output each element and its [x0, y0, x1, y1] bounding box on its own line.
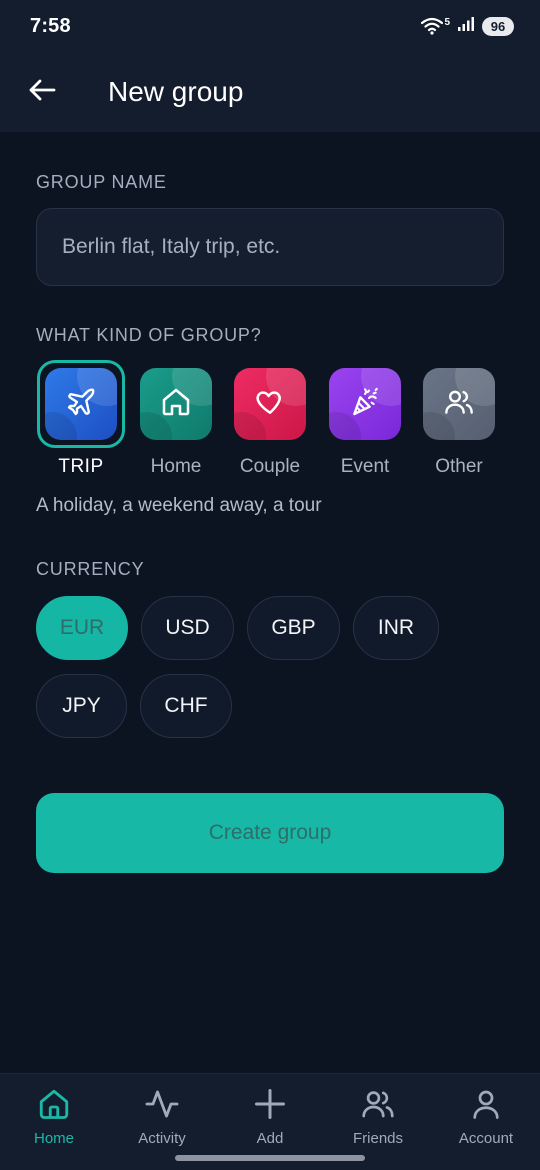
plus-icon — [250, 1084, 290, 1124]
group-kind-other[interactable]: Other — [414, 360, 504, 480]
status-bar: 7:58 5 96 — [0, 0, 540, 52]
app-bar: New group — [0, 52, 540, 132]
new-group-screen: 7:58 5 96 New group GROUP NAME Berlin fl… — [0, 0, 540, 1170]
group-name-label: GROUP NAME — [36, 172, 167, 192]
home-icon — [34, 1084, 74, 1124]
home-icon — [160, 386, 192, 423]
currency-chip-eur[interactable]: EUR — [36, 596, 128, 660]
back-button[interactable] — [14, 64, 70, 120]
nav-label-account: Account — [458, 1130, 514, 1147]
nav-item-friends[interactable]: Friends — [328, 1084, 428, 1154]
currency-chip-inr[interactable]: INR — [353, 596, 439, 660]
nav-item-activity[interactable]: Activity — [112, 1084, 212, 1154]
signal-icon — [457, 16, 475, 37]
currency-chip-jpy[interactable]: JPY — [36, 674, 127, 738]
currency-chip-usd[interactable]: USD — [141, 596, 234, 660]
party-popper-icon — [349, 386, 381, 423]
kind-label-couple: Couple — [239, 456, 301, 477]
currency-chip-chf[interactable]: CHF — [140, 674, 232, 738]
nav-label-add: Add — [256, 1130, 284, 1147]
status-icons: 5 96 — [421, 16, 514, 37]
other-tile — [423, 368, 495, 440]
group-kind-event[interactable]: Event — [320, 360, 410, 480]
nav-item-account[interactable]: Account — [436, 1084, 536, 1154]
kind-label-other: Other — [435, 456, 483, 477]
heart-icon — [254, 386, 286, 423]
kind-label-trip: TRIP — [58, 456, 104, 477]
kind-label-home: Home — [150, 456, 202, 477]
group-kind-description: A holiday, a weekend away, a tour — [36, 495, 322, 516]
group-kind-options: TRIP Home Couple Event Other — [36, 360, 506, 480]
home-tile — [140, 368, 212, 440]
group-kind-label: WHAT KIND OF GROUP? — [36, 325, 262, 345]
airplane-icon — [65, 386, 97, 423]
nav-label-home: Home — [33, 1130, 74, 1147]
users-icon — [358, 1084, 398, 1124]
home-indicator[interactable] — [175, 1155, 365, 1161]
page-title: New group — [108, 76, 244, 107]
group-kind-couple[interactable]: Couple — [225, 360, 315, 480]
currency-label: CURRENCY — [36, 559, 145, 579]
activity-icon — [142, 1084, 182, 1124]
group-name-input[interactable] — [36, 208, 504, 286]
wifi-icon: 5 — [421, 17, 450, 35]
currency-chip-gbp[interactable]: GBP — [247, 596, 340, 660]
create-group-button[interactable]: Create group — [36, 793, 504, 873]
users-icon — [443, 386, 475, 423]
trip-tile — [45, 368, 117, 440]
status-time: 7:58 — [30, 14, 71, 37]
nav-label-friends: Friends — [352, 1130, 404, 1147]
network-type: 5 — [444, 17, 450, 28]
kind-label-event: Event — [340, 456, 390, 477]
user-icon — [466, 1084, 506, 1124]
group-kind-home[interactable]: Home — [131, 360, 221, 480]
arrow-left-icon — [28, 78, 56, 107]
nav-item-add[interactable]: Add — [220, 1084, 320, 1154]
nav-item-home[interactable]: Home — [4, 1084, 104, 1154]
nav-label-activity: Activity — [138, 1130, 186, 1147]
couple-tile — [234, 368, 306, 440]
event-tile — [329, 368, 401, 440]
group-kind-trip[interactable]: TRIP — [36, 360, 126, 480]
battery-indicator: 96 — [482, 16, 514, 36]
